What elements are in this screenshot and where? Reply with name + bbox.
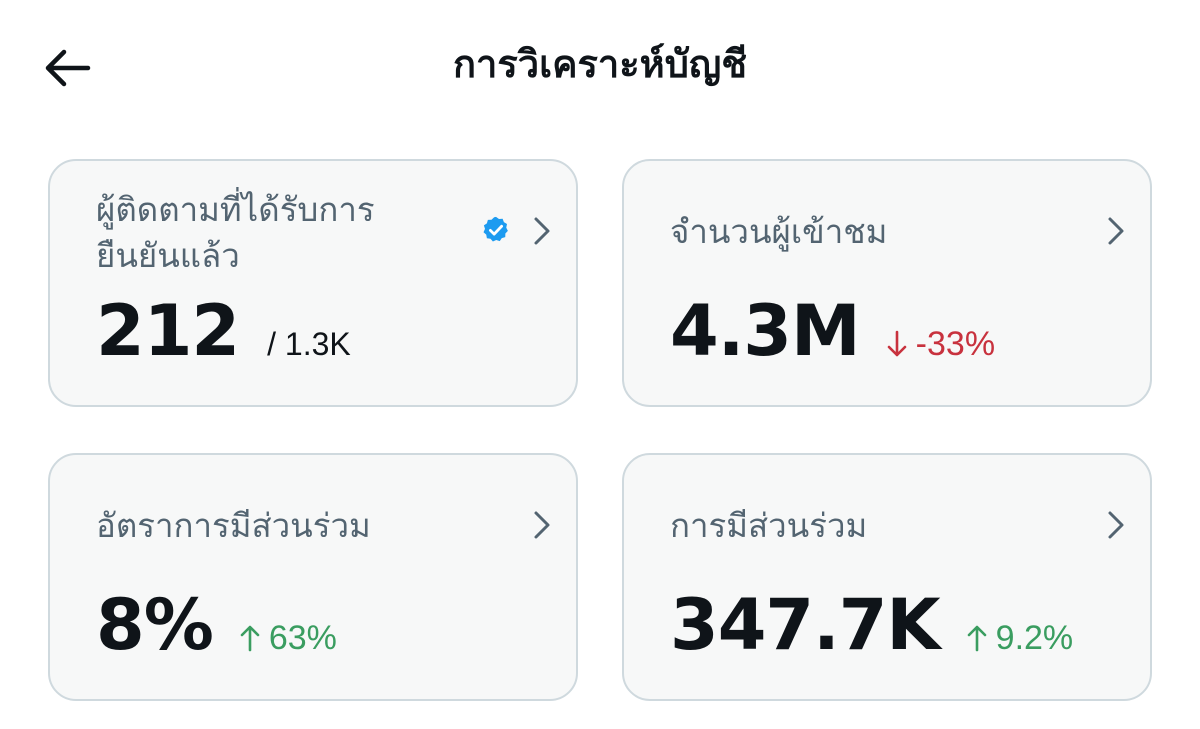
arrow-down-icon xyxy=(887,330,906,357)
chevron-right-icon xyxy=(1108,217,1124,245)
trend-value: 63% xyxy=(268,619,337,657)
engagements-card[interactable]: การมีส่วนร่วม 347.7K 9.2% xyxy=(622,453,1152,701)
card-label: อัตราการมีส่วนร่วม xyxy=(96,506,371,545)
header: การวิเคราะห์บัญชี xyxy=(0,0,1200,130)
engagement-rate-card[interactable]: อัตราการมีส่วนร่วม 8% 63% xyxy=(48,453,578,701)
arrow-up-icon xyxy=(240,625,260,652)
chevron-right-icon xyxy=(1108,511,1124,539)
verified-badge-icon xyxy=(483,216,508,242)
trend-indicator: -33% xyxy=(886,325,995,364)
metric-value: 8% xyxy=(96,584,214,666)
metric-total: / 1.3K xyxy=(267,326,351,362)
metric-value: 347.7K xyxy=(670,584,941,666)
impressions-card[interactable]: จำนวนผู้เข้าชม 4.3M -33% xyxy=(622,159,1152,407)
chevron-right-icon xyxy=(534,511,550,539)
verified-followers-card[interactable]: ผู้ติดตามที่ได้รับการยืนยันแล้ว 212 / 1.… xyxy=(48,159,578,407)
value-row: 347.7K 9.2% xyxy=(670,585,1073,665)
metric-value: 212 xyxy=(96,290,240,372)
arrow-up-icon xyxy=(967,625,986,652)
value-row: 212 / 1.3K xyxy=(96,291,351,371)
page-title: การวิเคราะห์บัญชี xyxy=(453,42,747,86)
trend-indicator: 63% xyxy=(239,619,337,658)
card-label: การมีส่วนร่วม xyxy=(670,506,868,545)
card-label: จำนวนผู้เข้าชม xyxy=(670,212,888,251)
value-row: 4.3M -33% xyxy=(670,291,995,371)
chevron-right-icon xyxy=(534,217,550,245)
value-row: 8% 63% xyxy=(96,585,337,665)
metric-value: 4.3M xyxy=(670,290,861,372)
card-label: ผู้ติดตามที่ได้รับการยืนยันแล้ว xyxy=(96,190,375,275)
trend-indicator: 9.2% xyxy=(966,619,1074,658)
trend-value: -33% xyxy=(915,325,996,363)
trend-value: 9.2% xyxy=(995,619,1074,657)
